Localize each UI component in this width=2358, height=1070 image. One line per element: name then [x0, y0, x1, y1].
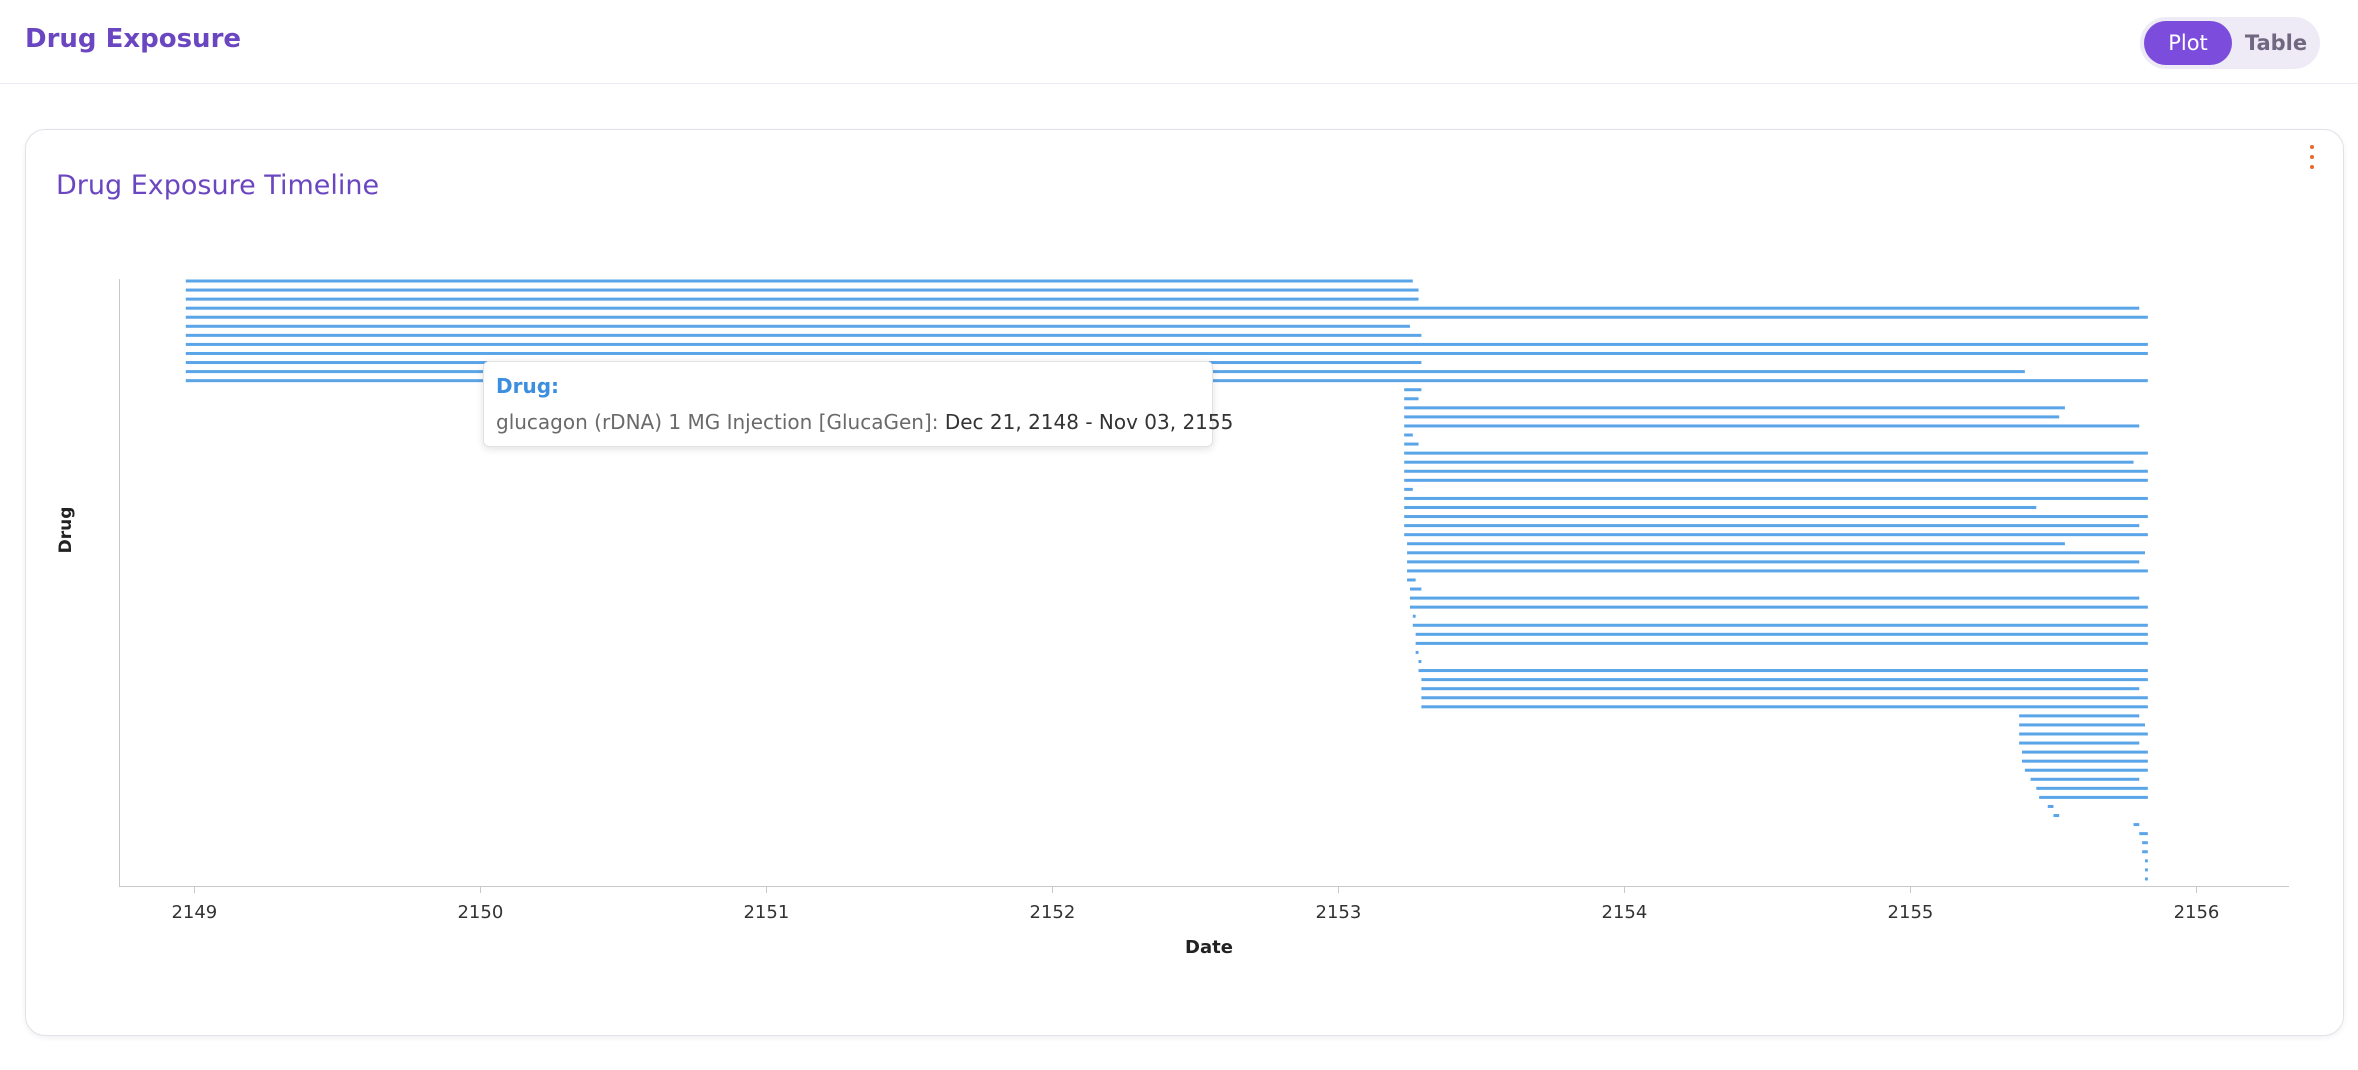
chart-tooltip: Drug: glucagon (rDNA) 1 MG Injection [Gl…: [483, 361, 1233, 447]
y-axis-line: [119, 279, 120, 887]
plot-toggle-button[interactable]: Plot: [2144, 21, 2232, 65]
timeline-card: Drug Exposure Timeline: [25, 129, 2344, 1036]
x-tick-label: 2150: [457, 902, 504, 923]
tooltip-drug-name: glucagon (rDNA) 1 MG Injection [GlucaGen…: [496, 410, 939, 434]
x-tick-label: 2156: [2173, 902, 2220, 923]
table-toggle-button[interactable]: Table: [2234, 21, 2318, 65]
x-axis-title: Date: [1185, 937, 1233, 958]
x-tick-mark: [1338, 887, 1340, 893]
page-header: Drug Exposure Plot Table: [0, 0, 2358, 84]
x-tick-label: 2153: [1315, 902, 1362, 923]
x-tick-label: 2149: [171, 902, 218, 923]
x-tick-mark: [1052, 887, 1054, 893]
x-tick-mark: [480, 887, 482, 893]
x-tick-label: 2152: [1029, 902, 1076, 923]
view-toggle[interactable]: Plot Table: [2140, 17, 2320, 69]
x-tick-label: 2154: [1601, 902, 1648, 923]
tooltip-label: Drug:: [496, 374, 560, 398]
x-tick-mark: [1910, 887, 1912, 893]
tooltip-date-range: Dec 21, 2148 - Nov 03, 2155: [944, 410, 1234, 434]
x-tick-label: 2151: [743, 902, 790, 923]
card-title: Drug Exposure Timeline: [56, 170, 380, 201]
kebab-menu-icon[interactable]: [2303, 142, 2321, 172]
page-title: Drug Exposure: [25, 24, 242, 54]
tooltip-body: glucagon (rDNA) 1 MG Injection [GlucaGen…: [496, 410, 1233, 434]
x-tick-mark: [2196, 887, 2198, 893]
x-tick-mark: [766, 887, 768, 893]
x-tick-mark: [1624, 887, 1626, 893]
x-tick-label: 2155: [1887, 902, 1934, 923]
y-axis-title: Drug: [56, 506, 76, 554]
x-tick-mark: [194, 887, 196, 893]
x-axis-line: [119, 886, 2289, 887]
